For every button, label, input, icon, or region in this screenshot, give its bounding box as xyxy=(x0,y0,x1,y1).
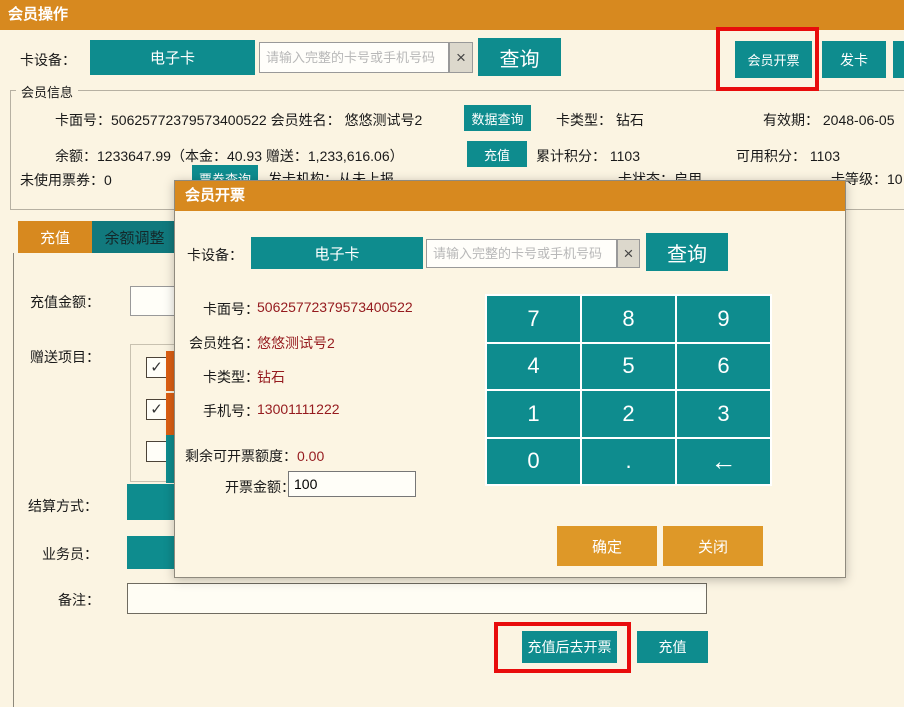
keypad-key-6[interactable]: 6 xyxy=(677,344,770,390)
gift-items-label: 赠送项目： xyxy=(30,347,100,367)
card-device-label: 卡设备： xyxy=(20,50,76,70)
numeric-keypad: 7 8 9 4 5 6 1 2 3 0 . ← xyxy=(485,294,772,486)
dialog-member-name-label: 会员姓名： xyxy=(189,333,259,353)
card-number-and-name: 卡面号：50625772379573400522 会员姓名： 悠悠测试号2 xyxy=(55,110,422,130)
dialog-card-number-label: 卡面号： xyxy=(203,299,259,319)
keypad-key-0[interactable]: 0 xyxy=(487,439,580,485)
clear-input-button[interactable]: × xyxy=(449,42,473,73)
remark-input[interactable] xyxy=(127,583,707,614)
dialog-header: 会员开票 xyxy=(175,181,845,211)
gift-checkbox-3[interactable] xyxy=(146,441,167,462)
member-invoice-dialog: 会员开票 卡设备： 电子卡 × 查询 卡面号： 5062577237957340… xyxy=(174,180,846,578)
keypad-key-5[interactable]: 5 xyxy=(582,344,675,390)
card-number-input[interactable] xyxy=(259,42,449,73)
dialog-quota-value: 0.00 xyxy=(297,448,324,464)
keypad-key-7[interactable]: 7 xyxy=(487,296,580,342)
settlement-label: 结算方式： xyxy=(28,496,98,516)
recharge-then-invoice-button[interactable]: 充值后去开票 xyxy=(522,631,617,663)
total-points-text: 累计积分： 1103 xyxy=(536,146,640,166)
dialog-quota-label: 剩余可开票额度： xyxy=(185,448,297,464)
dialog-card-device-button[interactable]: 电子卡 xyxy=(251,237,423,269)
dialog-phone-label: 手机号： xyxy=(203,401,259,421)
gift-checkbox-2[interactable]: ✓ xyxy=(146,399,167,420)
unused-tickets-text: 未使用票券：0 xyxy=(20,170,112,190)
tab-recharge[interactable]: 充值 xyxy=(18,221,92,253)
issue-card-button[interactable]: 发卡 xyxy=(822,41,886,78)
dialog-close-button[interactable]: 关闭 xyxy=(663,526,763,566)
tab-balance-adjust[interactable]: 余额调整 xyxy=(92,221,177,253)
dialog-quota-row: 剩余可开票额度：0.00 xyxy=(185,446,324,466)
card-device-button[interactable]: 电子卡 xyxy=(90,40,255,75)
member-info-legend: 会员信息 xyxy=(16,82,78,101)
page-title: 会员操作 xyxy=(0,0,904,30)
dialog-title: 会员开票 xyxy=(175,181,845,211)
dialog-confirm-button[interactable]: 确定 xyxy=(557,526,657,566)
close-icon: × xyxy=(456,48,466,68)
keypad-key-4[interactable]: 4 xyxy=(487,344,580,390)
available-points-text: 可用积分： 1103 xyxy=(736,146,840,166)
keypad-key-2[interactable]: 2 xyxy=(582,391,675,437)
recharge-submit-button[interactable]: 充值 xyxy=(637,631,708,663)
dialog-phone-value: 13001111222 xyxy=(257,401,340,417)
keypad-key-1[interactable]: 1 xyxy=(487,391,580,437)
close-icon: × xyxy=(624,244,634,264)
dialog-card-number-input[interactable] xyxy=(426,239,617,268)
dialog-invoice-amount-input[interactable] xyxy=(288,471,416,497)
remark-label: 备注： xyxy=(58,590,100,610)
keypad-backspace-icon[interactable]: ← xyxy=(677,439,770,485)
query-button[interactable]: 查询 xyxy=(478,38,561,76)
balance-text: 余额：1233647.99（本金：40.93 赠送：1,233,616.06） xyxy=(55,146,404,166)
clipped-right-button[interactable] xyxy=(893,41,904,78)
recharge-amount-label: 充值金额： xyxy=(30,292,100,312)
keypad-key-3[interactable]: 3 xyxy=(677,391,770,437)
dialog-card-device-label: 卡设备： xyxy=(187,245,243,265)
salesman-label: 业务员： xyxy=(42,544,98,564)
valid-until-text: 有效期： 2048-06-05 xyxy=(763,110,895,130)
panel-left-border xyxy=(13,253,14,707)
title-bar: 会员操作 xyxy=(0,0,904,30)
member-invoice-button[interactable]: 会员开票 xyxy=(735,41,812,78)
dialog-member-name-value: 悠悠测试号2 xyxy=(257,333,335,353)
gift-checkbox-1[interactable]: ✓ xyxy=(146,357,167,378)
dialog-invoice-amount-label: 开票金额： xyxy=(225,477,295,497)
keypad-key-9[interactable]: 9 xyxy=(677,296,770,342)
dialog-clear-input-button[interactable]: × xyxy=(617,239,640,268)
data-query-button[interactable]: 数据查询 xyxy=(464,105,531,131)
dialog-query-button[interactable]: 查询 xyxy=(646,233,728,271)
dialog-card-type-value: 钻石 xyxy=(257,367,285,387)
dialog-card-number-value: 50625772379573400522 xyxy=(257,299,413,315)
dialog-card-type-label: 卡类型： xyxy=(203,367,259,387)
keypad-key-dot[interactable]: . xyxy=(582,439,675,485)
keypad-key-8[interactable]: 8 xyxy=(582,296,675,342)
recharge-small-button[interactable]: 充值 xyxy=(467,141,527,167)
card-type-text: 卡类型： 钻石 xyxy=(556,110,644,130)
